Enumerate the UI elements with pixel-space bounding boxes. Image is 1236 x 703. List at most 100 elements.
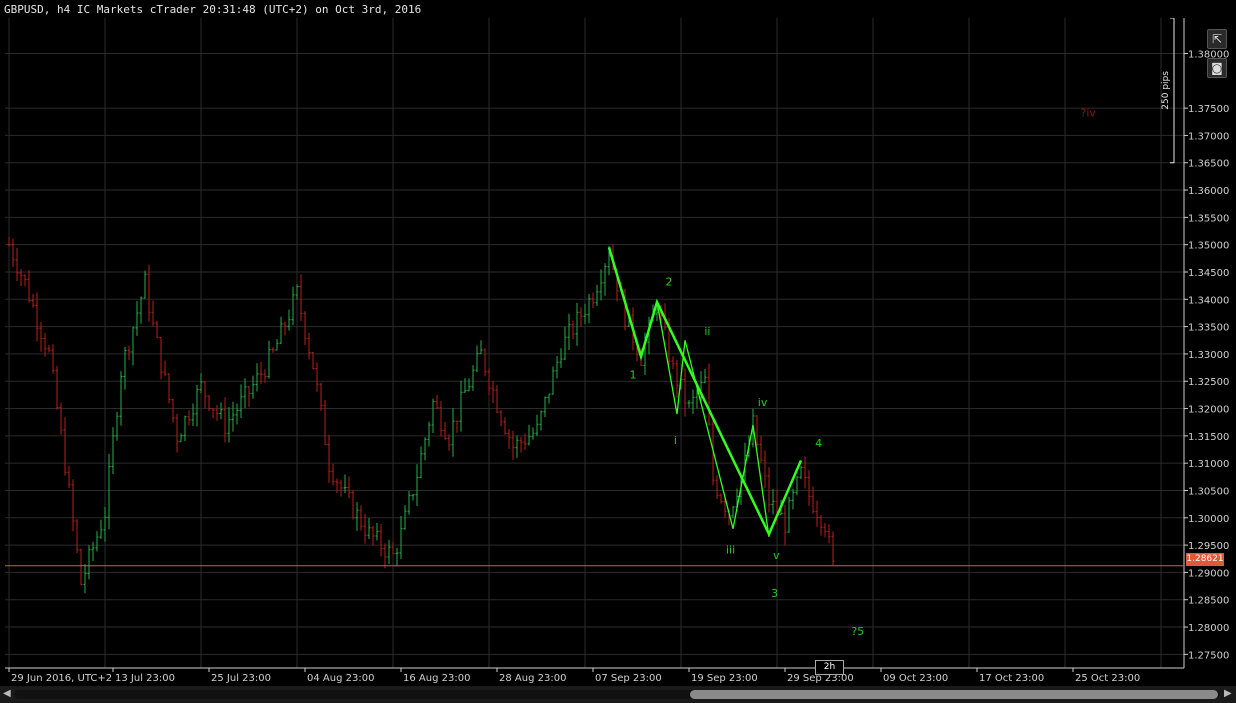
y-tick-label: 1.28000 [1188,623,1229,634]
candle [15,247,19,282]
candle [535,414,539,436]
candle [511,430,515,460]
wave-label: 1 [630,369,637,382]
timeframe-cursor-badge: 2h [815,660,844,675]
y-tick-label: 1.29500 [1188,541,1229,552]
candle [567,313,571,350]
candle [283,321,287,336]
candle [455,420,459,433]
candle [387,539,391,565]
price-chart[interactable]: 1.380001.375001.370001.365001.360001.355… [0,18,1236,686]
wave-label: 4 [815,437,822,450]
candle [7,237,11,247]
candle [183,415,187,442]
wave-label: i [674,434,677,447]
candle [683,368,687,417]
y-tick-label: 1.35000 [1188,241,1229,252]
candle [599,269,603,301]
candle [43,332,47,357]
candle [211,408,215,419]
candle [543,396,547,418]
candle [307,332,311,360]
candle [303,311,307,346]
candle [199,373,203,394]
y-tick-label: 1.33000 [1188,350,1229,361]
candle [671,356,675,370]
x-tick-label: 09 Oct 23:00 [883,673,948,684]
candle [267,340,271,379]
candle [787,496,791,533]
candle [519,436,523,453]
candle [291,286,295,326]
detach-icon[interactable]: ⇱ [1207,29,1227,49]
candle [279,316,283,344]
candle [471,365,475,391]
candle [479,340,483,355]
candle [275,339,279,351]
candle [255,363,259,392]
candle [151,300,155,327]
y-tick-label: 1.37000 [1188,131,1229,142]
candle [823,523,827,538]
candle [467,378,471,392]
candle [783,504,787,546]
wave-label: 3 [771,587,778,600]
y-tick-label: 1.27500 [1188,650,1229,661]
camera-icon[interactable]: ◙ [1207,58,1227,78]
candle [87,545,91,580]
y-tick-label: 1.33500 [1188,323,1229,334]
candle [515,435,519,458]
y-tick-label: 1.31500 [1188,432,1229,443]
candle [227,407,231,443]
candle [579,307,583,327]
x-tick-label: 28 Aug 23:00 [499,673,566,684]
candle [347,476,351,499]
scroll-right-icon[interactable]: ▶ [1224,688,1232,699]
x-tick-label: 25 Oct 23:00 [1075,673,1140,684]
candle [155,320,159,339]
candle [795,475,799,496]
x-tick-label: 19 Sep 23:00 [691,673,758,684]
candle [419,446,423,479]
candle [27,270,31,303]
candle [423,437,427,461]
candle [23,274,27,287]
x-tick-label: 17 Oct 23:00 [979,673,1044,684]
candle [431,398,435,434]
candle [323,399,327,446]
candle [803,456,807,489]
candle [463,378,467,393]
candle [67,465,71,489]
x-tick-label: 16 Aug 23:00 [403,673,470,684]
horizontal-scrollbar[interactable]: ◀ ▶ [0,686,1236,703]
candle [287,309,291,331]
candle [539,410,543,431]
y-tick-label: 1.32000 [1188,405,1229,416]
scroll-thumb[interactable] [690,690,1218,699]
candle [527,424,531,446]
candle [559,348,563,369]
y-tick-label: 1.35500 [1188,213,1229,224]
candle [395,547,399,567]
candle [187,410,191,426]
candle [195,385,199,427]
candle [247,385,251,407]
candle [131,326,135,366]
candle [239,384,243,418]
candle [235,403,239,425]
candle [391,541,395,555]
candle [59,402,63,435]
scroll-left-icon[interactable]: ◀ [3,688,11,699]
candle [483,348,487,377]
candle [95,531,99,552]
x-tick-label: 29 Jun 2016, UTC+2 [11,673,112,684]
candle [311,352,315,370]
y-tick-label: 1.37500 [1188,104,1229,115]
candle [51,344,55,374]
wave-label: ?iv [1080,106,1096,119]
y-tick-label: 1.28500 [1188,596,1229,607]
candle [547,393,551,404]
candle [147,264,151,322]
candle [315,362,319,392]
candle [443,421,447,440]
